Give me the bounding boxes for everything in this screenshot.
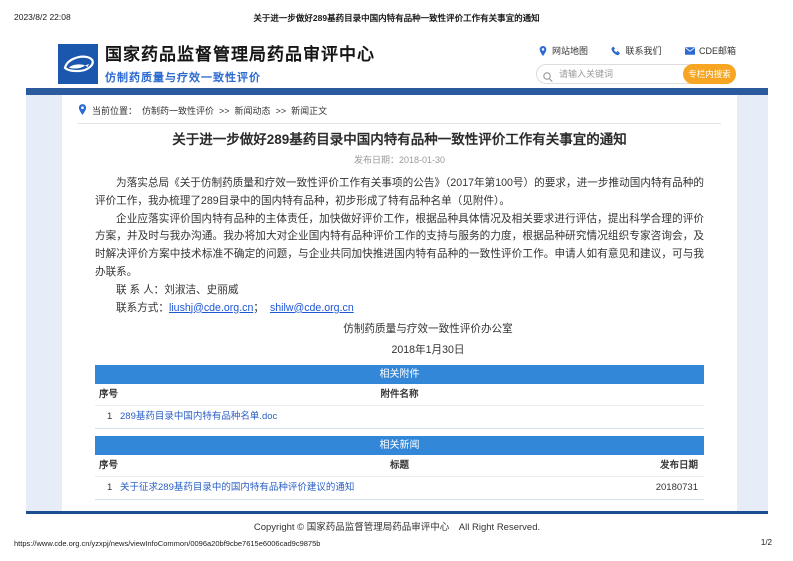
contact-us-link[interactable]: 联系我们 [611, 44, 662, 57]
row-seq: 1 [107, 411, 113, 423]
map-pin-icon [538, 45, 548, 56]
article: 关于进一步做好289基药目录中国内特有品种一致性评价工作有关事宜的通知 发布日期… [62, 131, 737, 501]
site-title-block: 国家药品监督管理局药品审评中心 仿制药质量与疗效一致性评价 [105, 45, 375, 85]
nav-bar [26, 88, 768, 95]
signature-date: 2018年1月30日 [391, 344, 465, 357]
breadcrumb-separator: >> [219, 105, 230, 116]
table-row: 1 关于征求289基药目录中的国内特有品种评价建议的通知 20180731 [95, 477, 704, 500]
site-header: 国家药品监督管理局药品审评中心 仿制药质量与疗效一致性评价 网站地图 联系我们 [26, 35, 768, 88]
cde-mail-link[interactable]: CDE邮箱 [684, 44, 736, 57]
cde-logo[interactable] [58, 44, 98, 84]
row-seq: 1 [107, 482, 113, 494]
signature-block: 仿制药质量与疗效一致性评价办公室 2018年1月30日 [95, 319, 704, 361]
breadcrumb-item-news[interactable]: 新闻动态 [235, 104, 271, 117]
breadcrumb-prefix: 当前位置： [92, 106, 138, 116]
related-news-table-header: 序号 标题 发布日期 [95, 455, 704, 478]
breadcrumb: 当前位置： 仿制药一致性评价 >> 新闻动态 >> 新闻正文 [62, 95, 737, 117]
contact-method-line: 联系方式：liushj@cde.org.cn； shilw@cde.org.cn [95, 300, 704, 318]
search-button[interactable]: 专栏内搜索 [683, 64, 736, 84]
site-title: 国家药品监督管理局药品审评中心 [105, 45, 375, 64]
attachments-table-header: 序号 附件名称 [95, 384, 704, 407]
print-url: https://www.cde.org.cn/yzxpj/news/viewIn… [14, 539, 321, 548]
publish-date: 发布日期：2018-01-30 [353, 155, 446, 165]
row-publish-date: 20180731 [655, 482, 698, 494]
related-news-table-title: 相关新闻 [95, 436, 704, 456]
location-pin-icon [78, 104, 87, 117]
attachments-table-title: 相关附件 [95, 365, 704, 385]
attachments-table: 相关附件 序号 附件名称 1 289基药目录中国内特有品种名单.doc [95, 365, 704, 430]
contact-method-label: 联系方式： [116, 301, 169, 314]
email-link-shilw[interactable]: shilw@cde.org.cn [270, 302, 354, 314]
footer-divider [26, 511, 768, 514]
email-link-liushj[interactable]: liushj@cde.org.cn [169, 302, 253, 314]
paragraph: 企业应落实评价国内特有品种的主体责任，加快做好评价工作，根据品种具体情况及相关要… [95, 212, 704, 278]
email-separator: ； [253, 301, 264, 314]
table-row: 1 289基药目录中国内特有品种名单.doc [95, 406, 704, 429]
page-body-background: 当前位置： 仿制药一致性评价 >> 新闻动态 >> 新闻正文 关于进一步做好28… [26, 95, 768, 511]
copyright-text: Copyright © 国家药品监督管理局药品审评中心 All Right Re… [253, 522, 541, 533]
contact-us-label: 联系我们 [625, 46, 662, 56]
search-bar: 专栏内搜索 [536, 64, 736, 84]
attachment-doc-link[interactable]: 289基药目录中国内特有品种名单.doc [120, 406, 277, 428]
contact-person-line: 联 系 人：刘淑洁、史丽威 [116, 283, 239, 296]
content-card: 当前位置： 仿制药一致性评价 >> 新闻动态 >> 新闻正文 关于进一步做好28… [62, 95, 737, 511]
related-news-table: 相关新闻 序号 标题 发布日期 1 关于征求289基药目录中的国内特有品种评价建… [95, 436, 704, 501]
sitemap-label: 网站地图 [552, 46, 589, 56]
article-title: 关于进一步做好289基药目录中国内特有品种一致性评价工作有关事宜的通知 [172, 132, 627, 147]
webpage: 国家药品监督管理局药品审评中心 仿制药质量与疗效一致性评价 网站地图 联系我们 [26, 35, 768, 535]
column-header-publish-date: 发布日期 [659, 460, 698, 472]
related-news-link[interactable]: 关于征求289基药目录中的国内特有品种评价建议的通知 [120, 477, 354, 499]
breadcrumb-item-channel[interactable]: 仿制药一致性评价 [142, 104, 214, 117]
search-icon [543, 69, 553, 82]
breadcrumb-divider [78, 123, 721, 124]
breadcrumb-item-current: 新闻正文 [291, 106, 328, 116]
article-body: 为落实总局《关于仿制药质量和疗效一致性评价工作有关事项的公告》（2017年第10… [95, 175, 704, 317]
mail-icon [684, 46, 695, 56]
signature-org: 仿制药质量与疗效一致性评价办公室 [343, 323, 513, 336]
column-header-title: 标题 [389, 460, 409, 472]
swan-logo-icon [58, 44, 98, 84]
sitemap-link[interactable]: 网站地图 [538, 44, 588, 57]
print-document-title: 关于进一步做好289基药目录中国内特有品种一致性评价工作有关事宜的通知 [253, 13, 540, 23]
print-preview-page: 2023/8/2 22:08 关于进一步做好289基药目录中国内特有品种一致性评… [0, 0, 793, 561]
breadcrumb-separator: >> [275, 105, 287, 116]
phone-icon [611, 46, 621, 56]
paragraph: 为落实总局《关于仿制药质量和疗效一致性评价工作有关事项的公告》（2017年第10… [95, 177, 704, 207]
print-page-indicator: 1/2 [760, 538, 772, 547]
column-header-attachment-name: 附件名称 [380, 389, 419, 401]
cde-mail-label: CDE邮箱 [698, 46, 736, 56]
site-subtitle: 仿制药质量与疗效一致性评价 [105, 72, 261, 84]
header-quick-links: 网站地图 联系我们 CDE邮箱 [538, 44, 736, 57]
